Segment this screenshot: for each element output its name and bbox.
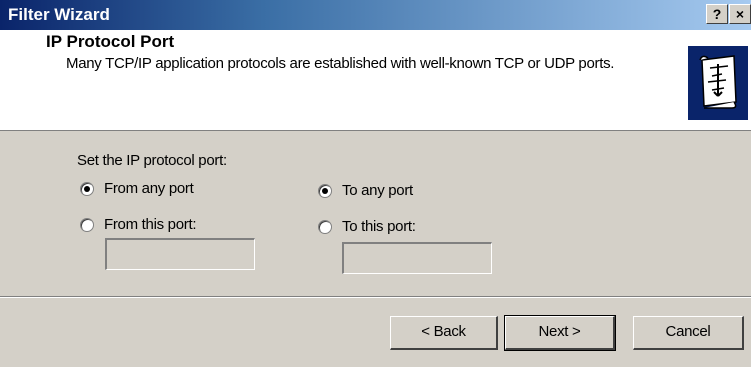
from-any-port-radio-circle[interactable] — [80, 181, 94, 196]
back-button[interactable]: < Back — [390, 316, 498, 350]
button-separator — [0, 296, 751, 298]
page-description: Many TCP/IP application protocols are es… — [66, 55, 615, 72]
title-bar[interactable]: Filter Wizard ? × — [0, 0, 751, 30]
to-port-input[interactable] — [342, 242, 492, 274]
from-this-port-radio[interactable]: From this port: — [80, 216, 196, 233]
to-this-port-radio-circle[interactable] — [318, 219, 332, 234]
window-title: Filter Wizard — [8, 5, 110, 24]
filter-wizard-window: Filter Wizard ? × IP Protocol Port Many … — [0, 0, 751, 367]
to-any-port-label: To any port — [342, 182, 413, 199]
section-label: Set the IP protocol port: — [77, 152, 227, 169]
cancel-button[interactable]: Cancel — [633, 316, 744, 350]
help-button[interactable]: ? — [706, 4, 728, 24]
to-this-port-radio[interactable]: To this port: — [318, 218, 416, 235]
to-any-port-radio[interactable]: To any port — [318, 182, 413, 199]
from-port-input[interactable] — [105, 238, 255, 270]
next-button[interactable]: Next > — [504, 315, 616, 351]
from-this-port-label: From this port: — [104, 216, 197, 233]
close-button[interactable]: × — [729, 4, 751, 24]
from-any-port-radio[interactable]: From any port — [80, 180, 194, 197]
to-this-port-label: To this port: — [342, 218, 416, 235]
to-any-port-radio-circle[interactable] — [318, 183, 332, 198]
from-any-port-label: From any port — [104, 180, 194, 197]
wizard-scroll-icon — [688, 46, 748, 120]
page-title: IP Protocol Port — [46, 32, 175, 51]
from-this-port-radio-circle[interactable] — [80, 217, 94, 232]
